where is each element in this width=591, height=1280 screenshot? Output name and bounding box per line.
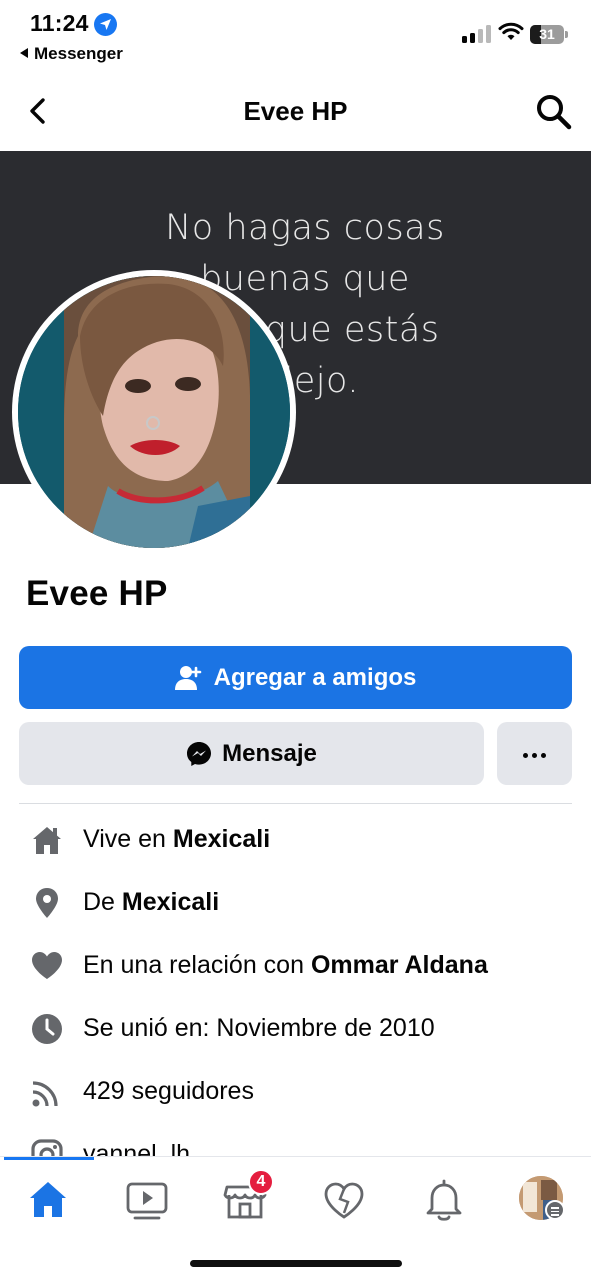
menu-icon[interactable]: [545, 1200, 565, 1220]
clock-icon: [32, 1014, 62, 1044]
section-divider: [19, 803, 572, 804]
info-prefix: De: [83, 888, 122, 916]
info-prefix: En una relación con: [83, 951, 311, 979]
bell-icon[interactable]: [418, 1175, 470, 1225]
cover-line: No hagas cosas: [165, 208, 445, 248]
back-to-app-link[interactable]: Messenger: [20, 44, 123, 64]
add-friend-label: Agregar a amigos: [213, 663, 417, 691]
add-friend-button[interactable]: Agregar a amigos: [19, 646, 572, 709]
more-options-button[interactable]: [497, 722, 572, 785]
message-button[interactable]: Mensaje: [19, 722, 484, 785]
info-value[interactable]: Mexicali: [173, 825, 270, 853]
profile-picture[interactable]: [18, 276, 290, 548]
active-tab-indicator: [4, 1157, 94, 1160]
info-value[interactable]: Ommar Aldana: [311, 951, 488, 979]
location-arrow-icon: [94, 13, 117, 36]
video-icon[interactable]: [121, 1175, 173, 1225]
battery-icon: 31: [530, 25, 568, 44]
heart-icon: [32, 952, 62, 979]
dating-icon[interactable]: [318, 1175, 370, 1225]
home-indicator[interactable]: [190, 1260, 402, 1267]
status-time: 11:24: [30, 10, 89, 36]
back-triangle-icon: [20, 48, 28, 58]
page-title: Evee HP: [243, 96, 348, 126]
more-dots-icon: [521, 745, 548, 763]
info-row-followers[interactable]: 429 seguidores: [0, 1071, 591, 1111]
info-text: En una relación con Ommar Aldana: [83, 951, 488, 980]
back-app-label: Messenger: [34, 44, 123, 63]
info-text: Se unió en: Noviembre de 2010: [83, 1014, 435, 1042]
rss-icon: [32, 1081, 58, 1107]
info-row-relationship[interactable]: En una relación con Ommar Aldana: [0, 945, 591, 985]
info-text: De Mexicali: [83, 888, 219, 917]
info-text: 429 seguidores: [83, 1077, 254, 1105]
info-row-from[interactable]: De Mexicali: [0, 882, 591, 922]
profile-name: Evee HP: [26, 574, 168, 613]
messenger-icon: [187, 741, 212, 766]
info-value[interactable]: Mexicali: [122, 888, 219, 916]
profile-picture-frame[interactable]: [12, 270, 296, 554]
location-pin-icon: [36, 888, 58, 918]
home-icon[interactable]: [22, 1175, 74, 1225]
marketplace-badge: 4: [248, 1169, 274, 1195]
top-nav: Evee HP: [0, 76, 591, 150]
add-friend-icon: [174, 665, 201, 690]
info-prefix: Vive en: [83, 825, 173, 853]
info-text: Vive en Mexicali: [83, 825, 270, 854]
message-label: Mensaje: [222, 739, 317, 767]
info-row-joined: Se unió en: Noviembre de 2010: [0, 1008, 591, 1048]
cellular-signal-icon: [462, 25, 492, 43]
status-bar: 11:24 Messenger 31: [0, 0, 591, 76]
home-icon: [33, 827, 61, 854]
wifi-icon: [498, 22, 524, 40]
info-row-lives-in[interactable]: Vive en Mexicali: [0, 819, 591, 859]
battery-level: 31: [539, 26, 555, 42]
search-icon[interactable]: [534, 92, 574, 132]
